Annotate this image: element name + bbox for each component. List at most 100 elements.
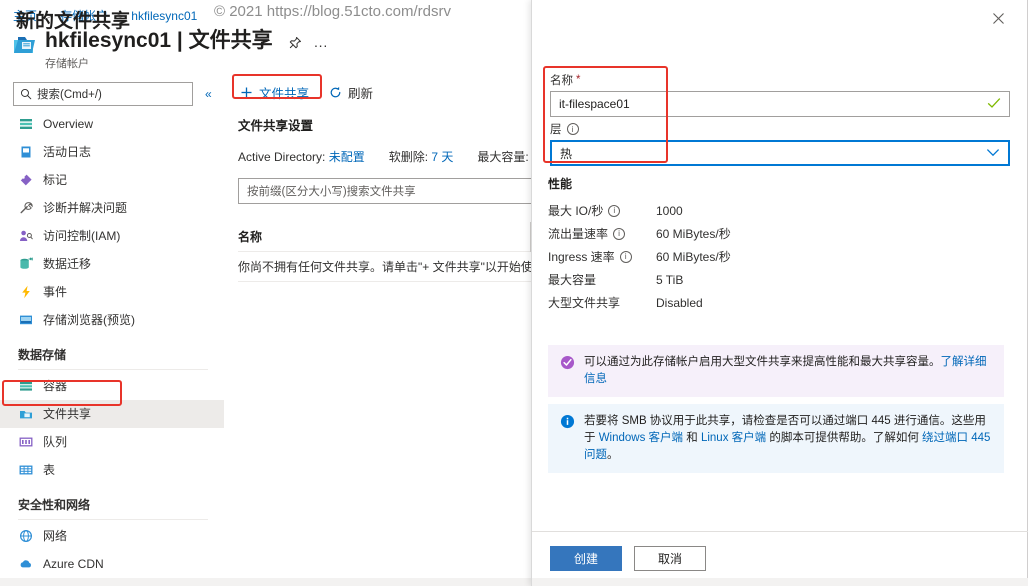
sidebar-item-diagnose[interactable]: 诊断并解决问题 <box>0 194 224 222</box>
search-placeholder: 搜索(Cmd+/) <box>37 89 102 101</box>
sidebar-item-tables[interactable]: 表 <box>0 456 224 484</box>
info-icon[interactable]: i <box>566 123 579 135</box>
sidebar-item-storage-explorer[interactable]: 存储浏览器(预览) <box>0 306 224 334</box>
required-asterisk: * <box>576 74 581 86</box>
refresh-button[interactable]: 刷新 <box>325 80 377 105</box>
cloud-icon <box>18 556 34 572</box>
container-icon <box>18 378 34 394</box>
refresh-label: 刷新 <box>348 87 374 101</box>
empty-message: 你尚不拥有任何文件共享。请单击"+ 文件共享"以开始使用 <box>238 260 532 274</box>
performance-key-label: 最大容量 <box>548 273 597 287</box>
notice-body: 若要将 SMB 协议用于此共享，请检查是否可以通过端口 445 进行通信。这些用… <box>584 413 992 464</box>
queue-icon <box>18 434 34 450</box>
storage-explorer-icon <box>18 312 34 328</box>
info-icon[interactable]: i <box>608 204 621 217</box>
file-share-resource-icon <box>13 33 39 57</box>
setting-label: 软删除: <box>388 150 429 164</box>
sidebar-item-activity-log[interactable]: 活动日志 <box>0 138 224 166</box>
sidebar-item-label: 标记 <box>43 173 68 187</box>
notice-text-4: 。 <box>607 449 619 461</box>
search-input[interactable]: 搜索(Cmd+/) <box>13 82 193 106</box>
sidebar-item-networking[interactable]: 网络 <box>0 522 224 550</box>
file-share-settings-heading: 文件共享设置 <box>238 119 314 133</box>
notice-body: 可以通过为此存储帐户启用大型文件共享来提高性能和最大共享容量。了解详细信息 <box>584 354 992 388</box>
sidebar-item-overview[interactable]: Overview <box>0 110 224 138</box>
sidebar-item-azure-cdn[interactable]: Azure CDN <box>0 550 224 578</box>
sidebar-group-divider <box>18 519 208 520</box>
sidebar-item-tags[interactable]: 标记 <box>0 166 224 194</box>
performance-key-label: Ingress 速率 <box>548 250 615 264</box>
overview-icon <box>18 116 34 132</box>
collapse-sidebar-button[interactable]: « <box>205 87 212 101</box>
column-header-name[interactable]: 名称 <box>238 228 262 245</box>
windows-client-link[interactable]: Windows 客户端 <box>599 432 683 444</box>
main-content: 文件共享 刷新 文件共享设置 Active Directory: 未配置 软删除… <box>232 0 532 586</box>
panel-title: 新的文件共享 <box>16 11 131 32</box>
name-field-group: 名称 * it-filespace01 <box>550 72 1010 117</box>
sidebar-group-divider <box>18 369 208 370</box>
sidebar-item-label: 访问控制(IAM) <box>43 229 121 243</box>
azure-portal-window: 主页 > 存储帐户 > hkfilesync01 hkfilesync01 | … <box>0 0 1028 586</box>
info-icon[interactable]: i <box>619 250 632 263</box>
sidebar-item-file-shares[interactable]: 文件共享 <box>0 400 224 428</box>
table-header-row: 名称 <box>238 222 532 252</box>
sidebar-item-queues[interactable]: 队列 <box>0 428 224 456</box>
cancel-button[interactable]: 取消 <box>634 546 706 571</box>
performance-key: 流出量速率 i <box>548 225 656 242</box>
access-control-icon <box>18 228 34 244</box>
setting-label: 最大容量: <box>477 150 529 164</box>
new-file-share-button[interactable]: 文件共享 <box>236 80 313 105</box>
tier-select-value: 热 <box>560 146 573 161</box>
sidebar-nav: Overview 活动日志 标记 诊断并解决问题 访问控制(IAM) 数据迁移 … <box>0 110 224 586</box>
sidebar-item-label: 网络 <box>43 529 68 543</box>
smb-port-notice: 若要将 SMB 协议用于此共享，请检查是否可以通过端口 445 进行通信。这些用… <box>548 404 1004 473</box>
large-file-share-notice: 可以通过为此存储帐户启用大型文件共享来提高性能和最大共享容量。了解详细信息 <box>548 345 1004 397</box>
sidebar-item-data-migration[interactable]: 数据迁移 <box>0 250 224 278</box>
linux-client-link[interactable]: Linux 客户端 <box>701 432 766 444</box>
networking-icon <box>18 528 34 544</box>
name-field-label-row: 名称 * <box>550 72 1010 88</box>
sidebar-group-security-networking: 安全性和网络 <box>18 498 91 512</box>
close-icon[interactable] <box>987 7 1009 29</box>
sidebar-item-label: Overview <box>43 117 94 131</box>
performance-key-label: 大型文件共享 <box>548 296 621 310</box>
sidebar-item-events[interactable]: 事件 <box>0 278 224 306</box>
page-region: 主页 > 存储帐户 > hkfilesync01 hkfilesync01 | … <box>0 0 532 586</box>
sidebar-item-label: 事件 <box>43 285 68 299</box>
sidebar-group-data-storage: 数据存储 <box>18 348 67 362</box>
setting-max-capacity: 最大容量: <box>477 148 528 165</box>
wrench-icon <box>18 200 34 216</box>
notice-text-3: 的脚本可提供帮助。了解如何 <box>766 432 923 444</box>
breadcrumb-item-current[interactable]: hkfilesync01 <box>131 9 197 23</box>
create-button[interactable]: 创建 <box>550 546 622 571</box>
setting-value[interactable]: 7 天 <box>431 150 453 164</box>
sidebar-item-containers[interactable]: 容器 <box>0 372 224 400</box>
sidebar-item-access-control[interactable]: 访问控制(IAM) <box>0 222 224 250</box>
tier-select[interactable]: 热 <box>550 140 1010 166</box>
name-input[interactable]: it-filespace01 <box>550 91 1010 117</box>
info-icon[interactable]: i <box>613 227 626 240</box>
plus-icon <box>240 86 253 99</box>
performance-key: Ingress 速率 i <box>548 248 656 265</box>
performance-row: 大型文件共享 Disabled <box>548 291 948 314</box>
activity-log-icon <box>18 144 34 160</box>
checkmark-icon <box>987 97 1001 112</box>
notice-text: 可以通过为此存储帐户启用大型文件共享来提高性能和最大共享容量。 <box>584 356 941 368</box>
page-bottom-band <box>0 578 532 586</box>
events-bolt-icon <box>18 284 34 300</box>
refresh-icon <box>329 86 342 99</box>
setting-value[interactable]: 未配置 <box>329 150 365 164</box>
sidebar-item-label: 文件共享 <box>43 407 92 421</box>
file-share-filter-input[interactable]: 按前缀(区分大小写)搜索文件共享 <box>238 178 532 204</box>
sidebar-item-label: 活动日志 <box>43 145 92 159</box>
notice-text-2: 和 <box>683 432 701 444</box>
panel-footer-divider <box>532 531 1028 532</box>
sidebar-item-label: 容器 <box>43 379 68 393</box>
performance-key: 大型文件共享 <box>548 294 656 311</box>
sidebar-item-label: 数据迁移 <box>43 257 92 271</box>
performance-key: 最大容量 <box>548 271 656 288</box>
performance-value: 5 TiB <box>656 272 684 287</box>
sidebar-item-label: 存储浏览器(预览) <box>43 313 135 327</box>
tier-field-group: 层 i 热 <box>550 121 1010 166</box>
chevron-down-icon <box>986 146 1000 160</box>
